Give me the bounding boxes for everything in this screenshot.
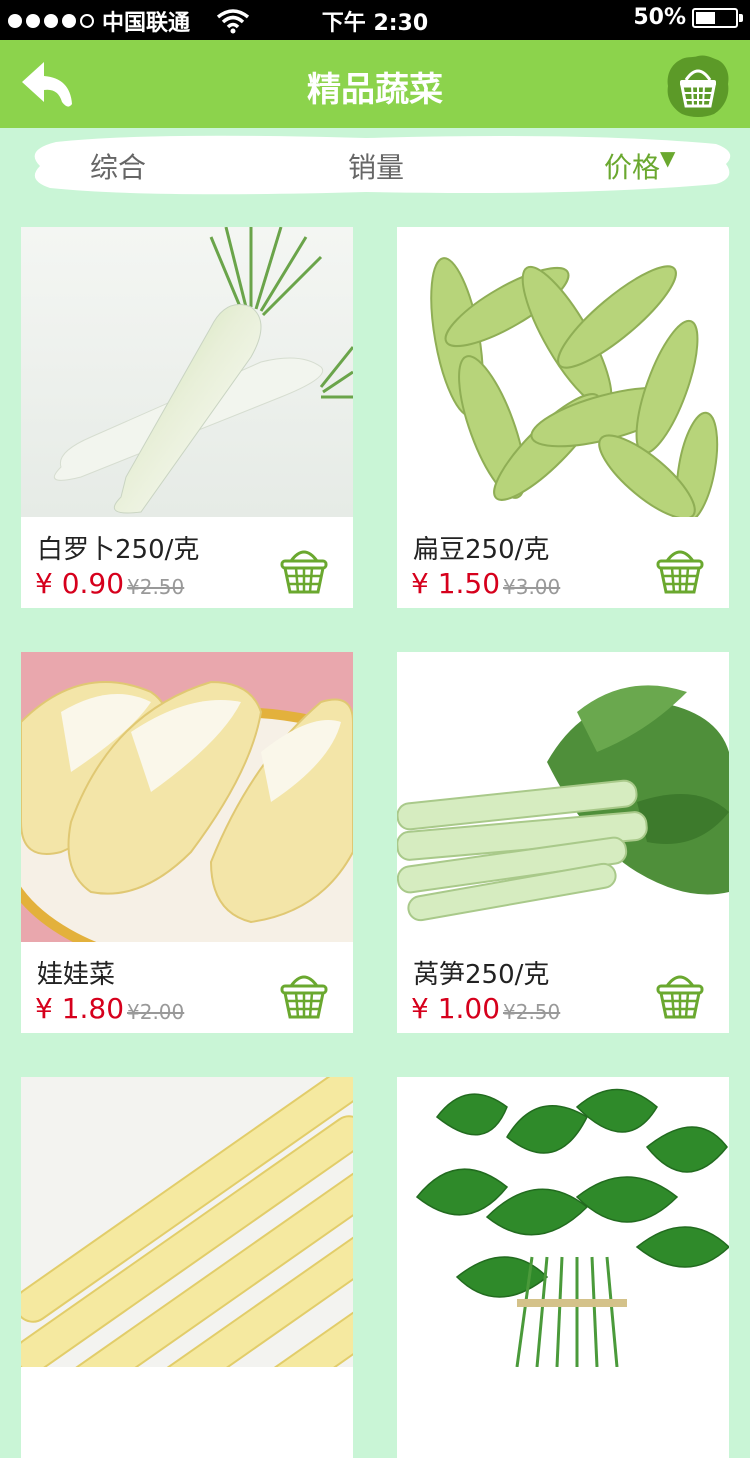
battery-percent: 50% [633, 5, 686, 30]
product-price: ¥ 0.90 [35, 567, 125, 600]
product-price: ¥ 1.80 [35, 992, 125, 1025]
product-card[interactable]: 莴笋250/克 ¥ 1.00 ¥2.50 [397, 652, 729, 1033]
product-image-lettuce-stem [397, 652, 729, 942]
product-card[interactable]: 扁豆250/克 ¥ 1.50 ¥3.00 [397, 227, 729, 608]
product-original-price: ¥2.50 [503, 1000, 561, 1024]
battery-level [696, 11, 715, 24]
filter-price[interactable]: 价格▼ [604, 146, 675, 186]
product-price: ¥ 1.50 [411, 567, 501, 600]
add-to-basket-icon[interactable] [655, 543, 705, 595]
add-to-basket-icon[interactable] [279, 968, 329, 1020]
product-name: 扁豆250/克 [413, 535, 550, 565]
product-card[interactable] [397, 1077, 729, 1458]
add-to-basket-icon[interactable] [655, 968, 705, 1020]
product-card[interactable]: 娃娃菜 ¥ 1.80 ¥2.00 [21, 652, 353, 1033]
page-title: 精品蔬菜 [307, 70, 443, 110]
status-bar: 中国联通 下午 2:30 50% [0, 0, 750, 40]
product-image-flat-beans [397, 227, 729, 517]
sort-filter-bar: 综合 销量 价格▼ [26, 134, 738, 196]
filter-sales[interactable]: 销量 [348, 146, 404, 186]
product-original-price: ¥2.50 [127, 575, 185, 599]
product-card[interactable] [21, 1077, 353, 1458]
product-name: 白罗卜250/克 [37, 535, 200, 565]
product-image-white-radish [21, 227, 353, 517]
nav-bar: 精品蔬菜 [0, 40, 750, 128]
sort-down-icon: ▼ [660, 146, 676, 170]
product-image-water-spinach [397, 1077, 729, 1367]
filter-comprehensive[interactable]: 综合 [90, 146, 146, 186]
product-image-bamboo-shoots [21, 1077, 353, 1367]
filter-price-label: 价格 [604, 151, 661, 184]
basket-icon[interactable] [666, 54, 730, 118]
battery-icon [692, 7, 743, 28]
product-image-baby-cabbage [21, 652, 353, 942]
product-original-price: ¥2.00 [127, 1000, 185, 1024]
product-price: ¥ 1.00 [411, 992, 501, 1025]
battery-status: 50% [633, 5, 743, 30]
product-name: 莴笋250/克 [413, 960, 550, 990]
add-to-basket-icon[interactable] [279, 543, 329, 595]
product-original-price: ¥3.00 [503, 575, 561, 599]
product-card[interactable]: 白罗卜250/克 ¥ 0.90 ¥2.50 [21, 227, 353, 608]
product-name: 娃娃菜 [37, 960, 116, 990]
